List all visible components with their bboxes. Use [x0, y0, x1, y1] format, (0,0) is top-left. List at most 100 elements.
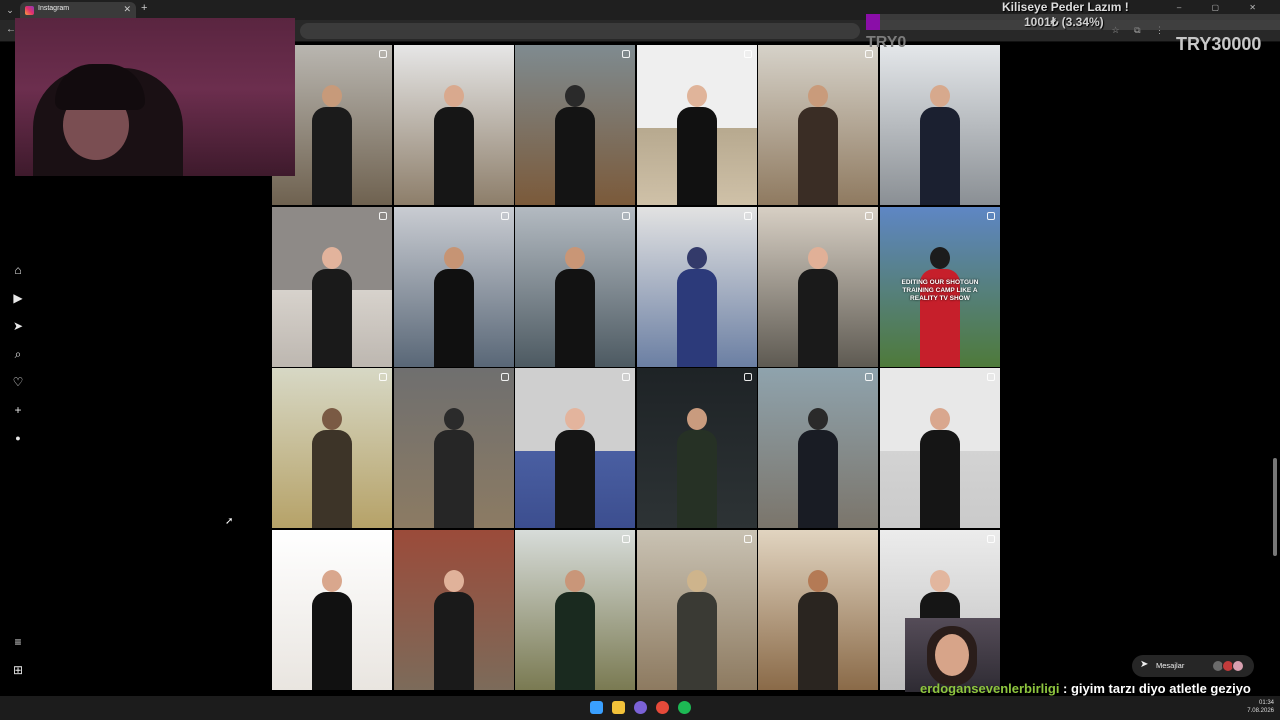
post-photo-head [565, 85, 586, 107]
chat-username: erdogansevenlerbirligi [920, 681, 1060, 696]
post-photo-figure [310, 408, 354, 529]
post-photo-head [565, 246, 586, 269]
heart-icon[interactable]: ♡ [11, 375, 25, 389]
home-icon[interactable]: ⌂ [11, 263, 25, 277]
donation-goal-progress-text: 1001₺ (3.34%) [1024, 15, 1104, 29]
post-photo-figure [796, 570, 840, 691]
post-photo-head [808, 246, 829, 269]
grid-post[interactable] [393, 368, 514, 529]
grid-post[interactable] [515, 45, 636, 205]
post-photo-head [929, 570, 950, 593]
file-explorer-icon[interactable] [612, 701, 625, 714]
windows-start-icon[interactable] [590, 701, 603, 714]
guest-webcam-face [935, 634, 969, 676]
post-photo-body [433, 268, 474, 367]
spotify-icon[interactable] [678, 701, 691, 714]
post-photo-head [686, 246, 707, 269]
post-photo-body [798, 107, 839, 205]
send-icon[interactable]: ➤ [11, 319, 25, 333]
tab-search-menu[interactable]: ⌄ [4, 3, 16, 17]
url-field[interactable] [300, 23, 860, 39]
grid-post[interactable] [393, 206, 514, 367]
grid-post[interactable] [515, 368, 636, 529]
reel-badge-icon [986, 211, 995, 220]
grid-post[interactable] [393, 45, 514, 205]
messages-button[interactable]: ➤ Mesajlar [1132, 655, 1254, 677]
grid-post[interactable] [758, 530, 879, 691]
grid-post[interactable] [272, 530, 392, 691]
post-photo-figure [310, 570, 354, 691]
grid-post[interactable] [515, 530, 636, 691]
grid-post[interactable] [636, 206, 757, 367]
post-photo-head [443, 85, 464, 107]
reel-badge-icon [743, 50, 752, 58]
reel-badge-icon [986, 373, 995, 382]
post-photo-figure [432, 570, 476, 691]
messages-avatar [1232, 660, 1244, 672]
create-icon[interactable]: + [11, 403, 25, 417]
post-photo-body [676, 107, 717, 205]
post-photo-body [798, 268, 839, 367]
reels-icon[interactable]: ▶ [11, 291, 25, 305]
post-photo-figure [675, 85, 719, 205]
post-photo-body [312, 268, 352, 367]
post-photo-body [919, 107, 960, 205]
donation-goal-bar: 1001₺ (3.34%) [866, 14, 1280, 30]
post-photo-body [555, 268, 596, 367]
post-photo-head [443, 408, 464, 431]
reel-badge-icon [743, 535, 752, 544]
profile-avatar-icon[interactable]: ● [11, 431, 25, 445]
grid-post[interactable] [879, 45, 1000, 205]
grid-post[interactable]: EDITING OUR SHOTGUN TRAINING CAMP LIKE A… [879, 206, 1000, 367]
search-icon[interactable]: ⌕ [11, 347, 25, 361]
donation-goal-fill [866, 14, 880, 30]
post-photo-body [433, 430, 474, 529]
meta-apps-icon[interactable]: ⊞ [11, 663, 25, 677]
page-scrollbar[interactable] [1273, 458, 1277, 556]
reel-badge-icon [622, 373, 631, 382]
donation-goal-start: TRY0 [866, 34, 907, 51]
grid-post[interactable] [636, 368, 757, 529]
windows-taskbar: 01:34 7.08.2026 [0, 696, 1280, 720]
grid-post[interactable] [393, 530, 514, 691]
reel-badge-icon [865, 211, 874, 220]
post-photo-figure [796, 85, 840, 205]
more-menu-icon[interactable]: ≡ [11, 635, 25, 649]
grid-post[interactable] [758, 45, 879, 205]
post-photo-figure [675, 570, 719, 691]
chrome-icon[interactable] [656, 701, 669, 714]
post-photo-body [798, 592, 839, 691]
post-photo-figure [553, 570, 597, 691]
post-photo-figure [675, 408, 719, 529]
post-photo-head [686, 408, 707, 431]
post-photo-head [808, 408, 829, 431]
grid-post[interactable] [636, 45, 757, 205]
reel-badge-icon [379, 50, 387, 58]
grid-post[interactable] [272, 206, 392, 367]
post-photo-body [676, 430, 717, 529]
post-photo-head [565, 408, 586, 431]
grid-post[interactable] [879, 368, 1000, 529]
clock-time: 01:34 [1258, 700, 1274, 706]
grid-post[interactable] [758, 206, 879, 367]
tab-close-icon[interactable]: ✕ [123, 4, 131, 15]
post-photo-head [929, 246, 950, 269]
new-tab-button[interactable]: + [141, 2, 147, 14]
post-photo-head [686, 85, 707, 107]
post-photo-body [919, 430, 960, 529]
post-photo-figure [432, 85, 476, 205]
grid-post[interactable] [272, 368, 392, 529]
tab-title: Instagram [38, 5, 70, 12]
grid-post[interactable] [515, 206, 636, 367]
post-photo-figure [796, 246, 840, 367]
post-photo-body [676, 592, 717, 691]
post-photo-body [555, 107, 596, 205]
post-photo-head [929, 85, 950, 107]
grid-post[interactable] [758, 368, 879, 529]
instagram-favicon-icon [25, 6, 34, 15]
taskbar-clock[interactable]: 01:34 7.08.2026 [1247, 699, 1274, 715]
teams-icon[interactable] [634, 701, 647, 714]
donation-goal-title: Kiliseye Peder Lazım ! [1002, 0, 1129, 14]
grid-post[interactable] [636, 530, 757, 691]
window-controls[interactable]: – ▢ ✕ [1177, 3, 1270, 12]
